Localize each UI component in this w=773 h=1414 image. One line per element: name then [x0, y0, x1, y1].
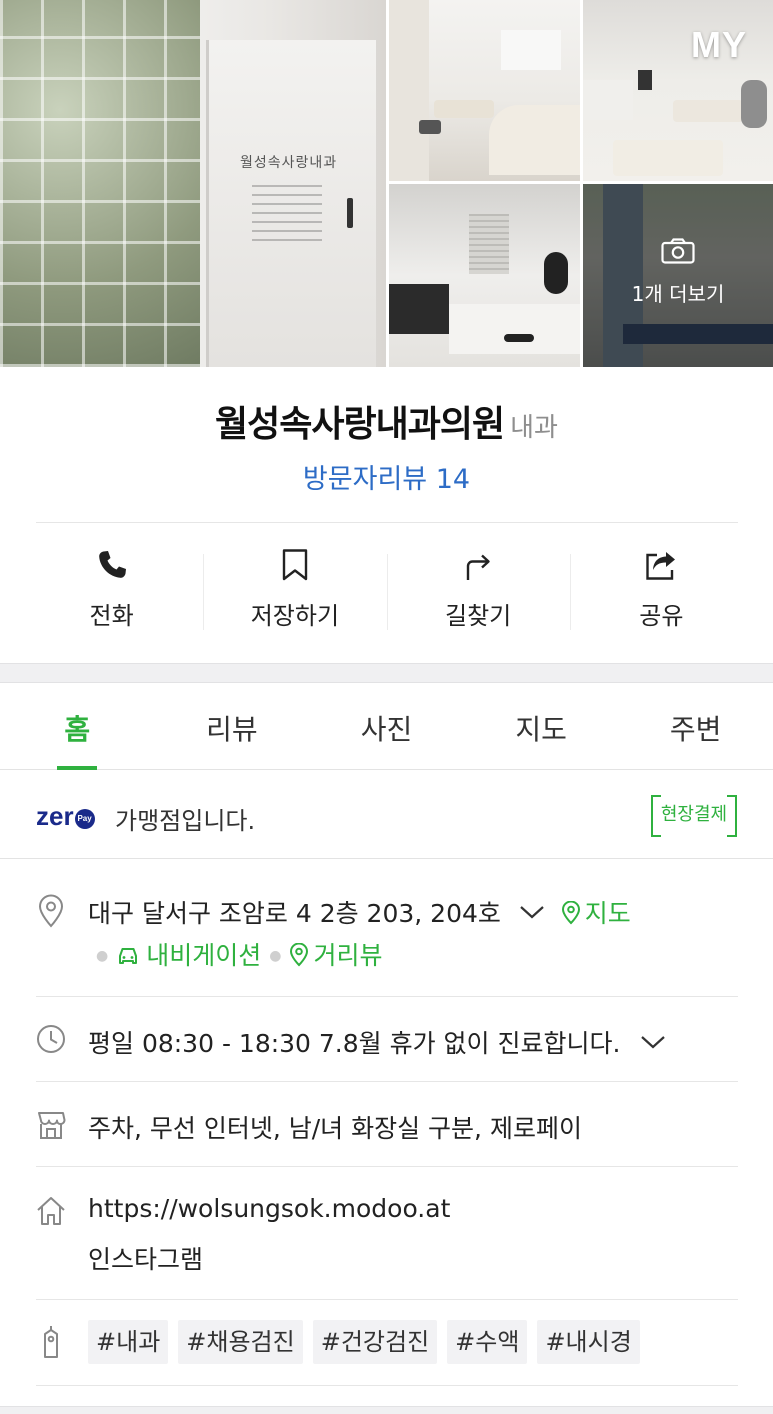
homepage-row: https://wolsungsok.modoo.at 인스타그램 — [36, 1190, 738, 1280]
address-sublinks: ● 내비게이션 ● 거리뷰 — [96, 941, 383, 970]
map-pin-icon — [561, 900, 580, 925]
directions-icon — [466, 554, 490, 580]
address-text: 대구 달서구 조암로 4 2층 203, 204호 — [88, 899, 501, 928]
tab-home[interactable]: 홈 — [0, 684, 155, 770]
share-label: 공유 — [639, 602, 684, 630]
bookmark-icon — [282, 549, 308, 581]
action-bar: 전화 저장하기 길찾기 공유 — [20, 548, 753, 638]
tag-icon — [44, 1326, 58, 1358]
clock-icon — [37, 1025, 65, 1053]
divider — [36, 1299, 738, 1300]
hours-text: 평일 08:30 - 18:30 7.8월 휴가 없이 진료합니다. — [88, 1029, 621, 1058]
location-pin-icon — [38, 894, 64, 928]
section-separator — [0, 1406, 773, 1414]
hours-line: 평일 08:30 - 18:30 7.8월 휴가 없이 진료합니다. — [88, 1024, 666, 1060]
place-category: 내과 — [510, 413, 558, 443]
streetview-link[interactable]: 거리뷰 — [289, 941, 382, 970]
keyword-tags: #내과 #채용검진 #건강검진 #수액 #내시경 — [88, 1320, 640, 1364]
onsite-payment-badge: 현장결제 — [651, 795, 737, 837]
directions-label: 길찾기 — [445, 602, 512, 630]
tag-chip[interactable]: #수액 — [447, 1320, 528, 1364]
glass-block-wall — [0, 0, 200, 367]
save-label: 저장하기 — [250, 602, 340, 630]
address-line: 대구 달서구 조암로 4 2층 203, 204호 지도 — [88, 894, 631, 930]
main-photo[interactable]: 월성속사랑내과 — [0, 0, 386, 367]
share-button[interactable]: 공유 — [569, 548, 753, 638]
streetview-icon — [290, 942, 309, 967]
instagram-link[interactable]: 인스타그램 — [88, 1240, 203, 1276]
address-row: 대구 달서구 조암로 4 2층 203, 204호 지도 ● 내비게이션 ● 거리뷰 — [36, 890, 738, 980]
tag-chip[interactable]: #채용검진 — [178, 1320, 303, 1364]
photo-gallery[interactable]: 월성속사랑내과 MY 1개 더보기 — [0, 0, 773, 367]
save-button[interactable]: 저장하기 — [203, 548, 386, 638]
navigation-link[interactable]: 내비게이션 — [116, 941, 261, 970]
visitor-reviews-link[interactable]: 방문자리뷰 14 — [0, 457, 773, 496]
map-link[interactable]: 지도 — [561, 899, 631, 928]
photo-reception[interactable] — [389, 0, 580, 181]
car-icon — [119, 948, 138, 964]
door-hours-sign — [252, 185, 322, 241]
chevron-down-icon[interactable] — [640, 1034, 666, 1050]
photo-exam-room[interactable] — [389, 184, 580, 367]
share-icon — [646, 552, 676, 580]
zeropay-text: 가맹점입니다. — [115, 807, 256, 835]
tag-chip[interactable]: #건강검진 — [312, 1320, 438, 1364]
camera-icon — [661, 238, 695, 264]
facilities-row: 주차, 무선 인터넷, 남/녀 화장실 구분, 제로페이 — [36, 1105, 738, 1145]
door-sign-text: 월성속사랑내과 — [240, 155, 338, 171]
home-icon — [37, 1197, 65, 1225]
phone-icon — [98, 551, 126, 578]
facilities-text: 주차, 무선 인터넷, 남/녀 화장실 구분, 제로페이 — [88, 1114, 582, 1143]
tab-map[interactable]: 지도 — [464, 684, 619, 769]
door-lock — [347, 198, 353, 228]
more-photos-button[interactable]: 1개 더보기 — [583, 238, 773, 307]
tag-chip[interactable]: #내과 — [88, 1320, 169, 1364]
tag-chip[interactable]: #내시경 — [537, 1320, 640, 1364]
homepage-link[interactable]: https://wolsungsok.modoo.at — [88, 1194, 450, 1223]
more-photos-label: 1개 더보기 — [631, 282, 725, 306]
tab-photos[interactable]: 사진 — [309, 684, 464, 769]
my-button[interactable]: MY — [691, 24, 747, 66]
zeropay-row: zer Pay 가맹점입니다. 현장결제 — [0, 771, 773, 859]
call-button[interactable]: 전화 — [20, 548, 203, 638]
divider — [36, 996, 738, 997]
divider — [36, 522, 738, 523]
tab-nearby[interactable]: 주변 — [618, 684, 773, 769]
store-icon — [38, 1112, 66, 1139]
call-label: 전화 — [89, 602, 134, 630]
place-header: 월성속사랑내과의원 내과 — [0, 395, 773, 447]
tab-reviews[interactable]: 리뷰 — [155, 684, 310, 769]
place-name: 월성속사랑내과의원 — [215, 404, 505, 445]
divider — [36, 1081, 738, 1082]
divider — [36, 1385, 738, 1386]
zeropay-logo: zer Pay — [36, 801, 95, 832]
hours-row[interactable]: 평일 08:30 - 18:30 7.8월 휴가 없이 진료합니다. — [36, 1020, 738, 1060]
directions-button[interactable]: 길찾기 — [386, 548, 570, 638]
divider — [36, 1166, 738, 1167]
section-separator — [0, 663, 773, 683]
tab-bar: 홈 리뷰 사진 지도 주변 — [0, 684, 773, 770]
chevron-down-icon[interactable] — [519, 904, 545, 920]
